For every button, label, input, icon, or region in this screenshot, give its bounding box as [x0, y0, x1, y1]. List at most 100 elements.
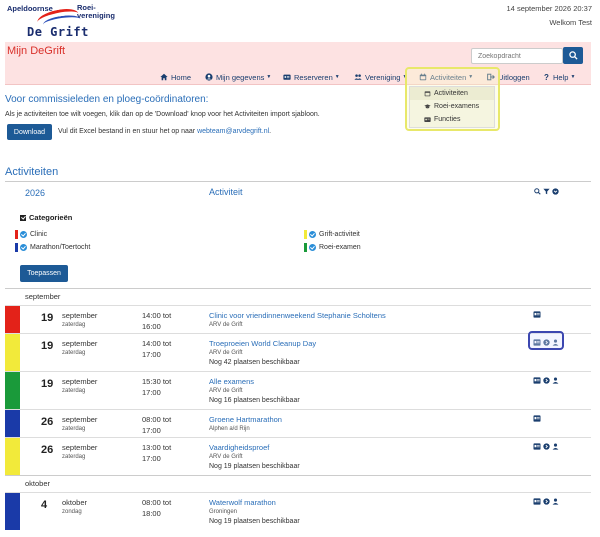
row-activity-link[interactable]: Troeproeien World Cleanup Day	[209, 339, 316, 348]
table-row: 26 september zaterdag 13:00 tot 17:00 Va…	[5, 437, 591, 475]
row-location: ARV de Grift	[209, 388, 243, 394]
commissie-instructions: Als je activiteiten toe wilt voegen, kli…	[5, 111, 320, 118]
row-actions	[533, 443, 559, 450]
row-availability: Nog 42 plaatsen beschikbaar	[209, 359, 300, 366]
home-icon	[160, 73, 168, 81]
id-card-icon[interactable]	[533, 311, 541, 318]
arrow-circle-right-icon[interactable]	[543, 443, 550, 450]
chevron-down-icon: ▼	[266, 74, 272, 80]
row-activity-link[interactable]: Vaardigheidsproef	[209, 443, 269, 452]
logo-text-line1: Apeldoornse	[7, 4, 53, 13]
row-month: september	[62, 443, 98, 452]
download-button[interactable]: Download	[7, 124, 52, 140]
top-bar: Apeldoornse Roei-vereniging De Grift 14 …	[0, 0, 600, 42]
id-card-icon[interactable]	[533, 415, 541, 422]
nav-help-label: Help	[553, 72, 569, 82]
row-color-bar	[5, 372, 20, 409]
row-time-to: 17:00	[142, 426, 161, 435]
nav-reserveren-label: Reserveren	[294, 72, 333, 82]
search-button[interactable]	[563, 47, 583, 64]
row-color-bar	[5, 334, 20, 371]
category-color	[15, 230, 18, 239]
row-day: 19	[41, 340, 54, 352]
dropdown-item-activiteiten[interactable]: Activiteiten	[410, 87, 494, 100]
row-weekday: zaterdag	[62, 426, 86, 432]
check-icon	[20, 244, 27, 251]
search-icon[interactable]	[534, 188, 541, 195]
dropdown-item-label: Functies	[434, 116, 461, 123]
user-icon[interactable]	[552, 498, 559, 505]
row-day: 26	[41, 444, 54, 456]
dropdown-item-roei-examens[interactable]: Roei-examens	[410, 100, 494, 113]
row-weekday: zaterdag	[62, 322, 86, 328]
row-color-bar	[5, 410, 20, 437]
table-row: 19 september zaterdag 15:30 tot 17:00 Al…	[5, 371, 591, 409]
nav-reserveren[interactable]: Reserveren ▼	[283, 71, 340, 83]
nav-vereniging[interactable]: Vereniging ▼	[354, 71, 407, 83]
filter-icon[interactable]	[543, 188, 550, 195]
dropdown-item-functies[interactable]: Functies	[410, 113, 494, 126]
logo-text-line3: De Grift	[27, 25, 89, 39]
row-color-bar	[5, 306, 20, 333]
category-label: Grift-activiteit	[319, 231, 360, 238]
table-row: 19 september zaterdag 14:00 tot 17:00 Tr…	[5, 333, 591, 371]
year-label: 2026	[25, 188, 46, 198]
category-marathon[interactable]: Marathon/Toertocht	[15, 243, 90, 252]
row-weekday: zondag	[62, 509, 82, 515]
row-activity-link[interactable]: Clinic voor vriendinnenweekend Stephanie…	[209, 311, 386, 320]
activiteiten-title: Activiteiten	[5, 166, 59, 178]
check-icon	[309, 244, 316, 251]
row-time-to: 16:00	[142, 322, 161, 331]
row-day: 19	[41, 312, 54, 324]
divider	[5, 475, 591, 476]
arrow-circle-right-icon[interactable]	[543, 377, 550, 384]
current-datetime: 14 september 2026 20:37	[506, 4, 592, 13]
row-weekday: zaterdag	[62, 388, 86, 394]
nav-mijn-gegevens[interactable]: Mijn gegevens ▼	[205, 71, 271, 83]
id-card-icon[interactable]	[533, 377, 541, 384]
row-time-to: 18:00	[142, 509, 161, 518]
activiteit-column-label: Activiteit	[209, 187, 243, 197]
chevron-down-icon: ▼	[570, 74, 576, 80]
chevron-circle-down-icon[interactable]	[552, 188, 559, 195]
row-availability: Nog 19 plaatsen beschikbaar	[209, 518, 300, 525]
nav-home[interactable]: Home	[160, 71, 191, 83]
actions-highlight	[528, 331, 564, 350]
dropdown-item-label: Activiteiten	[434, 90, 468, 97]
id-card-icon[interactable]	[533, 498, 541, 505]
row-day: 19	[41, 378, 54, 390]
row-activity-link[interactable]: Waterwolf marathon	[209, 498, 276, 507]
row-month: oktober	[62, 498, 88, 507]
categories-label: Categorieën	[29, 213, 73, 222]
category-color	[304, 230, 307, 239]
row-activity-link[interactable]: Alle examens	[209, 377, 254, 386]
category-color	[304, 243, 307, 252]
table-row: 26 september zaterdag 08:00 tot 17:00 Gr…	[5, 409, 591, 437]
divider	[5, 288, 591, 289]
category-clinic[interactable]: Clinic	[15, 230, 47, 239]
activiteiten-tools	[534, 188, 559, 195]
question-icon: ?	[544, 73, 549, 82]
category-roei-examen[interactable]: Roei-examen	[304, 243, 361, 252]
apply-button[interactable]: Toepassen	[20, 265, 68, 282]
row-time-from: 14:00 tot	[142, 339, 172, 348]
email-link[interactable]: webteam@arvdegrift.nl	[197, 128, 269, 135]
row-activity-link[interactable]: Groene Hartmarathon	[209, 415, 282, 424]
arrow-circle-right-icon[interactable]	[543, 498, 550, 505]
category-label: Clinic	[30, 231, 48, 238]
logo[interactable]: Apeldoornse Roei-vereniging De Grift	[5, 2, 115, 40]
table-row: 4 oktober zondag 08:00 tot 18:00 Waterwo…	[5, 492, 591, 530]
nav-help[interactable]: ? Help ▼	[544, 71, 575, 83]
search-input[interactable]	[471, 48, 563, 64]
categories-toggle[interactable]: Categorieën	[20, 213, 72, 222]
user-icon[interactable]	[552, 443, 559, 450]
category-color	[15, 243, 18, 252]
user-icon[interactable]	[552, 377, 559, 384]
dropdown-item-label: Roei-examens	[434, 103, 480, 110]
category-grift-activiteit[interactable]: Grift-activiteit	[304, 230, 360, 239]
row-actions	[533, 377, 559, 384]
row-actions	[533, 311, 541, 318]
row-location: ARV de Grift	[209, 350, 243, 356]
id-card-icon[interactable]	[533, 443, 541, 450]
nav-vereniging-label: Vereniging	[365, 72, 401, 82]
